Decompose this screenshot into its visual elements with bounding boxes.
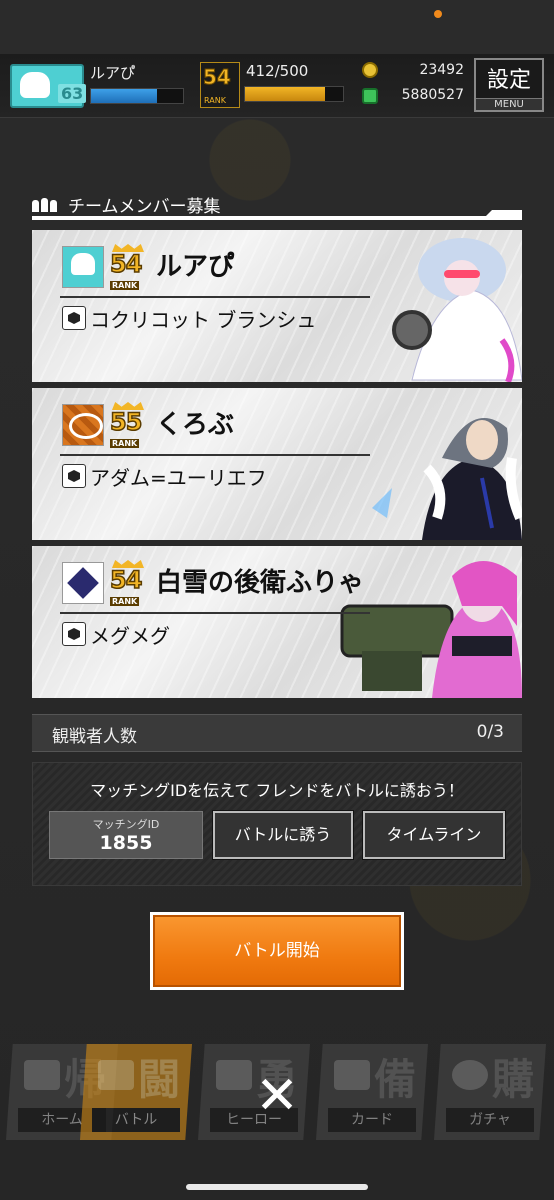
player-name: ルアぴ゚ bbox=[90, 64, 136, 82]
hero-role-icon bbox=[62, 464, 86, 488]
hero-icon bbox=[216, 1060, 252, 1090]
matching-message: マッチングIDを伝えて フレンドをバトルに誘おう！ bbox=[90, 781, 464, 800]
member-rank-number: 54 bbox=[109, 565, 143, 595]
tab-battle[interactable]: 闘 バトル bbox=[80, 1044, 192, 1140]
tab-card[interactable]: 備 カード bbox=[316, 1044, 428, 1140]
home-indicator[interactable] bbox=[186, 1184, 368, 1190]
member-rank-badge: 54 RANK bbox=[108, 244, 148, 290]
cash-count: 5880527 bbox=[401, 87, 464, 103]
member-card[interactable]: 54 RANK 白雪の後衛ふりゃ メグメグ bbox=[32, 546, 522, 698]
xp-bar bbox=[90, 88, 184, 104]
tab-kanji: 備 bbox=[373, 1055, 416, 1104]
member-rank-number: 54 bbox=[109, 249, 143, 279]
rank-progress-fill bbox=[245, 87, 326, 101]
start-battle-frame: バトル開始 bbox=[150, 912, 404, 990]
close-icon[interactable]: ✕ bbox=[253, 1070, 301, 1122]
xp-bar-fill bbox=[91, 89, 158, 103]
home-icon bbox=[24, 1060, 60, 1090]
status-indicator-dot bbox=[434, 10, 442, 18]
menu-button[interactable]: 設定 MENU bbox=[474, 58, 544, 112]
section-title: チームメンバー募集 bbox=[68, 197, 221, 217]
rank-progress-text: 412/500 bbox=[246, 62, 309, 80]
gacha-icon bbox=[452, 1060, 488, 1090]
timeline-button[interactable]: タイムライン bbox=[362, 810, 506, 860]
tab-kanji: 購 bbox=[491, 1055, 534, 1104]
member-rank-label: RANK bbox=[110, 439, 140, 448]
cash-icon bbox=[362, 88, 378, 104]
gamepad-icon bbox=[98, 1060, 134, 1090]
member-rank-badge: 54 RANK bbox=[108, 560, 148, 606]
matching-panel: マッチングIDを伝えて フレンドをバトルに誘おう！ マッチングID 1855 バ… bbox=[32, 762, 522, 886]
spectator-label: 観戦者人数 bbox=[52, 727, 137, 747]
matching-id-value: 1855 bbox=[99, 832, 153, 854]
tab-label: カード bbox=[328, 1108, 416, 1132]
matching-id-box: マッチングID 1855 bbox=[49, 811, 203, 859]
hero-portrait bbox=[392, 238, 522, 382]
tab-kanji: 闘 bbox=[137, 1055, 180, 1104]
hero-role-icon bbox=[62, 306, 86, 330]
member-rank-label: RANK bbox=[110, 281, 140, 290]
rank-badge: 54 RANK bbox=[200, 62, 240, 108]
player-header: ルアぴ゚ 63 54 RANK 412/500 23492 5880527 設定… bbox=[0, 54, 554, 118]
hero-portrait bbox=[372, 418, 522, 540]
tab-label: ガチャ bbox=[446, 1108, 534, 1132]
tab-label: バトル bbox=[92, 1108, 180, 1132]
rank-label: RANK bbox=[204, 96, 226, 105]
member-rank-badge: 55 RANK bbox=[108, 402, 148, 448]
coin-icon bbox=[362, 62, 378, 78]
rank-progress-bar bbox=[244, 86, 344, 102]
spectator-count: 0/3 bbox=[476, 722, 504, 742]
player-level: 63 bbox=[58, 84, 87, 103]
member-avatar bbox=[62, 246, 104, 288]
rank-number: 54 bbox=[203, 65, 232, 90]
member-name: ルアぴ゚ bbox=[156, 252, 235, 282]
spectator-bar: 観戦者人数 0/3 bbox=[32, 714, 522, 752]
card-icon bbox=[334, 1060, 370, 1090]
coin-count: 23492 bbox=[419, 62, 464, 78]
matching-id-label: マッチングID bbox=[92, 818, 160, 831]
team-icon bbox=[32, 196, 60, 212]
member-hero: コクリコット ブランシュ bbox=[90, 308, 317, 332]
invite-to-battle-button[interactable]: バトルに誘う bbox=[212, 810, 354, 860]
avatar-face bbox=[20, 72, 50, 98]
member-card[interactable]: 55 RANK くろぶ アダム=ユーリエフ bbox=[32, 388, 522, 540]
member-avatar bbox=[62, 562, 104, 604]
member-card[interactable]: 54 RANK ルアぴ゚ コクリコット ブランシュ bbox=[32, 230, 522, 382]
member-name: 白雪の後衛ふりゃ bbox=[156, 568, 365, 598]
member-hero: アダム=ユーリエフ bbox=[90, 466, 267, 490]
member-rank-number: 55 bbox=[109, 407, 143, 437]
member-name: くろぶ bbox=[156, 410, 235, 440]
member-avatar bbox=[62, 404, 104, 446]
hero-role-icon bbox=[62, 622, 86, 646]
menu-button-sublabel: MENU bbox=[476, 98, 542, 110]
section-divider bbox=[32, 216, 522, 220]
start-battle-button[interactable]: バトル開始 bbox=[153, 915, 401, 987]
tab-gacha[interactable]: 購 ガチャ bbox=[434, 1044, 546, 1140]
menu-button-label: 設定 bbox=[486, 68, 531, 93]
member-rank-label: RANK bbox=[110, 597, 140, 606]
member-hero: メグメグ bbox=[90, 624, 170, 648]
